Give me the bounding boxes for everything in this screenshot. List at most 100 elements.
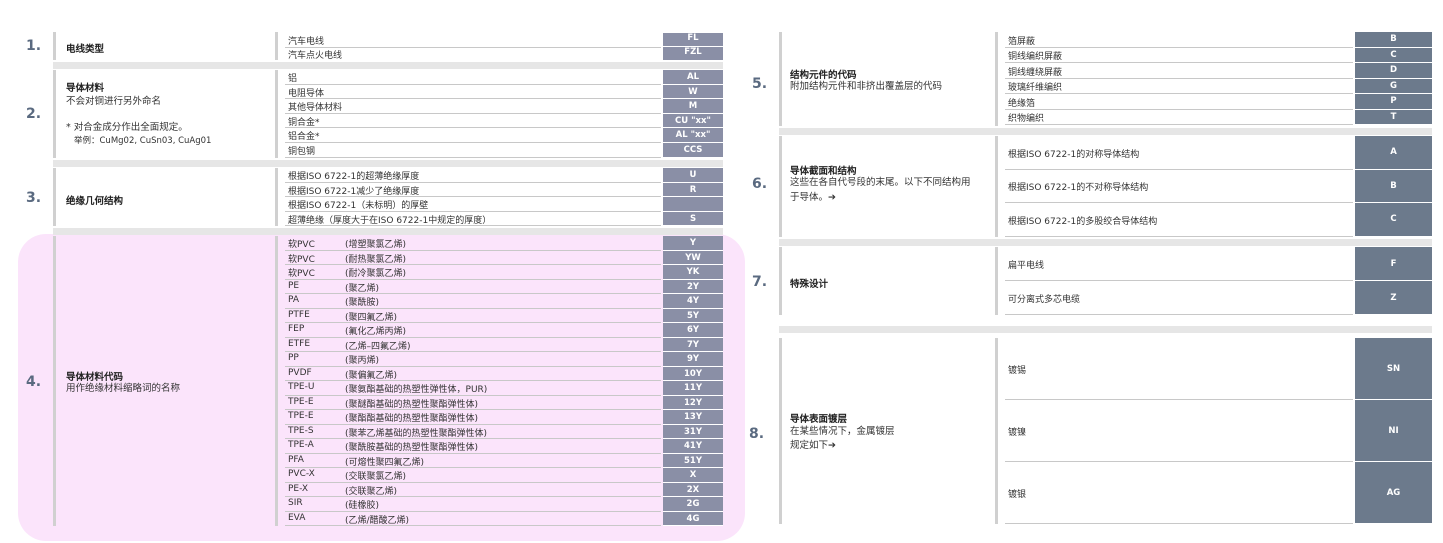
row-label: 其他导体材料 <box>288 103 343 114</box>
code-badge: P <box>1355 94 1432 110</box>
row-divider <box>285 264 661 265</box>
row-abbr: 软PVC <box>288 269 315 279</box>
row-label: (聚乙烯) <box>345 283 380 294</box>
row-divider <box>1005 280 1353 281</box>
section-separator <box>53 160 723 167</box>
section-4-number: 4. <box>26 374 42 390</box>
row-divider <box>1005 314 1353 315</box>
row-label: (聚四氟乙烯) <box>345 312 398 323</box>
code-badge: 12Y <box>663 395 723 410</box>
row-divider <box>1005 62 1353 63</box>
section-2-example: 举例：CuMg02, CuSn03, CuAg01 <box>74 136 212 146</box>
row-divider <box>285 112 661 114</box>
divider <box>779 247 782 315</box>
row-abbr: TPE-E <box>288 396 314 407</box>
row-divider <box>285 481 661 483</box>
row-label: 铜合金* <box>288 117 320 128</box>
row-label: 汽车电线 <box>288 37 325 47</box>
row-divider <box>285 452 661 454</box>
code-badge: F <box>1355 247 1432 281</box>
row-abbr: PFA <box>288 454 304 465</box>
divider <box>53 168 56 226</box>
section-8-subtitle: 在某些情况下，金属镀层 <box>790 426 895 437</box>
code-badge: 7Y <box>663 337 723 352</box>
divider <box>995 32 998 126</box>
divider <box>275 236 278 526</box>
section-6-subtitle-2: 于导体。➔ <box>790 192 836 203</box>
row-divider <box>285 467 661 468</box>
divider <box>995 338 998 524</box>
row-label: 织物编织 <box>1008 114 1045 125</box>
code-badge: 4Y <box>663 294 723 309</box>
row-divider <box>1005 168 1353 170</box>
code-badge: FL <box>663 33 723 47</box>
row-label: 根据ISO 6722-1（未标明）的厚壁 <box>288 201 429 211</box>
row-label: 根据ISO 6722-1的多股绞合导体结构 <box>1008 217 1158 227</box>
row-divider <box>285 394 661 396</box>
row-label: (聚偏氟乙烯) <box>345 370 398 381</box>
code-badge: 4G <box>663 511 723 526</box>
row-divider <box>285 225 661 226</box>
code-badge: U <box>663 168 723 183</box>
code-badge: 9Y <box>663 352 723 367</box>
section-2-subtitle: 不会对铜进行另外命名 <box>66 96 162 107</box>
code-badge: A <box>1355 136 1432 170</box>
row-label: (聚丙烯) <box>345 356 380 366</box>
row-divider <box>285 336 661 338</box>
row-divider <box>285 409 661 410</box>
code-badge: AL <box>663 70 723 85</box>
row-divider <box>1005 77 1353 79</box>
row-label: 根据ISO 6722-1的超薄绝缘厚度 <box>288 172 420 182</box>
row-divider <box>285 380 661 381</box>
row-label: (氟化乙烯丙烯) <box>345 327 407 337</box>
row-label: (增塑聚氯乙烯) <box>345 240 407 250</box>
row-label: 扁平电线 <box>1008 261 1045 271</box>
row-label: 铝 <box>288 74 298 84</box>
code-badge: X <box>663 468 723 483</box>
row-divider <box>285 142 661 143</box>
row-label: 铜线编织屏蔽 <box>1008 52 1063 63</box>
row-label: 电阻导体 <box>288 88 325 99</box>
row-abbr: SIR <box>288 498 303 508</box>
divider <box>53 70 56 158</box>
section-7-number: 7. <box>752 274 768 290</box>
code-badge: 2G <box>663 497 723 512</box>
row-divider <box>285 98 661 100</box>
row-label: (可熔性聚四氟乙烯) <box>345 457 425 468</box>
row-divider <box>1005 235 1353 237</box>
row-divider <box>285 496 661 497</box>
divider <box>275 32 278 60</box>
code-badge: C <box>1355 47 1432 63</box>
row-label: 镀银 <box>1008 490 1027 500</box>
section-7-title: 特殊设计 <box>790 279 829 290</box>
divider <box>779 338 782 524</box>
row-label: (耐冷聚氯乙烯) <box>345 269 407 279</box>
row-abbr: FEP <box>288 324 305 334</box>
code-badge: 31Y <box>663 424 723 439</box>
row-abbr: PE-X <box>288 483 309 494</box>
row-label: (乙烯/醋酸乙烯) <box>345 515 410 526</box>
code-badge: CU "xx" <box>663 113 723 129</box>
code-badge: T <box>1355 109 1432 125</box>
divider <box>275 70 278 158</box>
section-4-subtitle: 用作绝缘材料缩略词的名称 <box>66 383 181 394</box>
row-divider <box>1005 461 1353 462</box>
row-divider <box>1005 523 1353 524</box>
row-abbr: 软PVC <box>288 254 315 265</box>
row-label: (硅橡胶) <box>345 501 380 511</box>
code-badge: FZL <box>663 47 723 61</box>
section-3-number: 3. <box>26 190 42 206</box>
row-divider <box>285 278 661 280</box>
code-badge: 11Y <box>663 381 723 396</box>
row-label: 根据ISO 6722-1的不对称导体结构 <box>1008 183 1149 194</box>
code-badge <box>663 197 723 212</box>
section-separator <box>779 326 1432 333</box>
section-5-number: 5. <box>752 76 768 92</box>
row-divider <box>1005 124 1353 125</box>
row-label: (耐热聚氯乙烯) <box>345 254 407 265</box>
row-divider <box>1005 399 1353 400</box>
code-badge: Z <box>1355 281 1432 315</box>
section-5-subtitle: 附加结构元件和非挤出覆盖层的代码 <box>790 81 943 92</box>
code-badge: 5Y <box>663 308 723 323</box>
row-abbr: EVA <box>288 512 306 523</box>
